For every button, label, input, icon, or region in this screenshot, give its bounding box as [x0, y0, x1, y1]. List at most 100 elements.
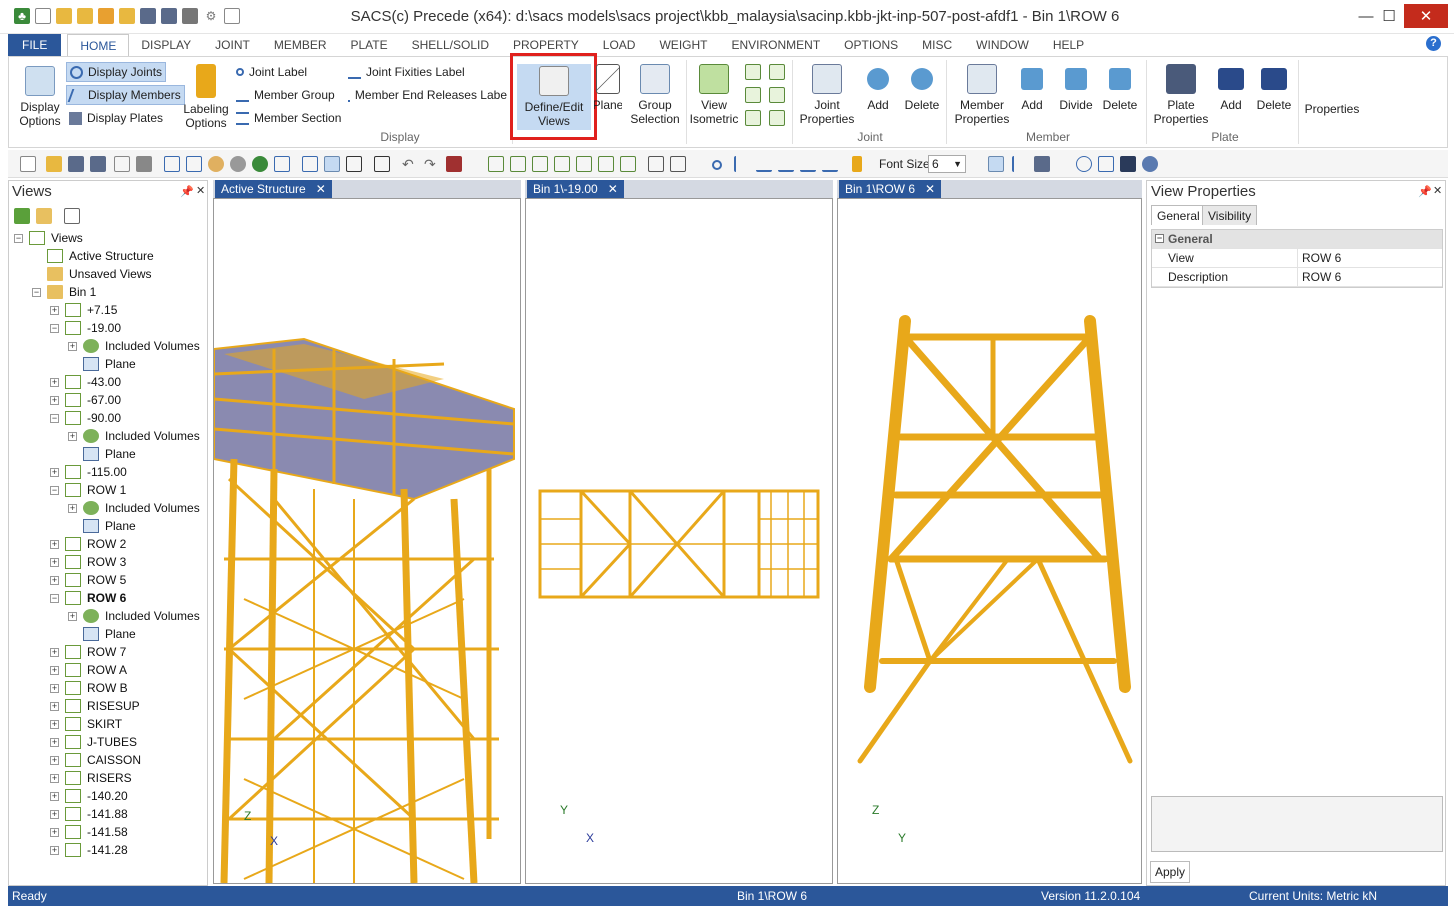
member-end-releases-label-button[interactable]: Member End Releases Labe [345, 85, 510, 105]
tree-item[interactable]: + ROW B [14, 679, 208, 697]
view-front-icon[interactable] [745, 64, 761, 80]
collapse-icon[interactable]: − [32, 287, 41, 297]
tree-item[interactable]: + ROW A [14, 661, 208, 679]
view-top-icon[interactable] [576, 156, 592, 172]
tree-item[interactable]: Plane [14, 625, 208, 643]
tab-shell-solid[interactable]: SHELL/SOLID [400, 34, 501, 56]
close-icon[interactable]: ✕ [316, 182, 326, 196]
expand-icon[interactable]: + [50, 719, 59, 729]
new-icon[interactable] [20, 156, 36, 172]
viewport-bin1-19[interactable]: Y X [525, 198, 833, 884]
close-icon[interactable]: ✕ [196, 184, 205, 197]
tree-item[interactable]: − Views [14, 229, 208, 247]
tab-general[interactable]: General [1151, 205, 1206, 225]
tree-item[interactable]: + Included Volumes [14, 607, 208, 625]
copy-view-icon[interactable] [64, 208, 80, 224]
tab-joint[interactable]: JOINT [203, 34, 262, 56]
save-icon[interactable] [140, 8, 156, 24]
tree-item[interactable]: + RISERS [14, 769, 208, 787]
add-folder-icon[interactable] [36, 208, 52, 224]
fit-icon[interactable] [274, 156, 290, 172]
pin-icon[interactable]: 📌 [180, 185, 194, 198]
tree-item[interactable]: + CAISSON [14, 751, 208, 769]
view-back-icon[interactable] [510, 156, 526, 172]
list-icon[interactable] [374, 156, 390, 172]
property-value[interactable]: ROW 6 [1298, 249, 1341, 267]
joint-add-button[interactable]: Add [862, 64, 894, 112]
tree-item[interactable]: Plane [14, 517, 208, 535]
tree-item[interactable]: + +7.15 [14, 301, 208, 319]
font-size-select[interactable]: 6 ▼ [928, 155, 966, 173]
view-isometric-button[interactable]: View Isometric [688, 64, 740, 126]
viewport-active-structure[interactable]: Z X [213, 198, 521, 884]
tab-file[interactable]: FILE [8, 34, 62, 56]
import-icon[interactable] [98, 8, 114, 24]
window-icon[interactable] [648, 156, 664, 172]
tree-item[interactable]: Plane [14, 445, 208, 463]
select-icon[interactable] [324, 156, 340, 172]
tree-item[interactable]: + J-TUBES [14, 733, 208, 751]
zoom-window-icon[interactable] [302, 156, 318, 172]
tree-item[interactable]: Active Structure [14, 247, 208, 265]
tab-help[interactable]: HELP [1041, 34, 1096, 56]
display-plates-button[interactable]: Display Plates [66, 108, 166, 128]
collapse-icon[interactable]: − [50, 593, 59, 603]
label-options-icon[interactable] [852, 156, 862, 172]
tree-item[interactable]: − ROW 1 [14, 481, 208, 499]
rotate-icon[interactable] [230, 156, 246, 172]
tree-item[interactable]: + SKIRT [14, 715, 208, 733]
doc-tab-bin1-19[interactable]: Bin 1\-19.00 ✕ [527, 180, 624, 198]
help-icon[interactable]: ? [1426, 36, 1441, 51]
expand-icon[interactable]: + [50, 665, 59, 675]
tree-item[interactable]: + -140.20 [14, 787, 208, 805]
crosshair-icon[interactable] [346, 156, 362, 172]
view-iso-icon[interactable] [620, 156, 636, 172]
tree-item[interactable]: + -141.88 [14, 805, 208, 823]
tree-item[interactable]: + ROW 3 [14, 553, 208, 571]
tile-icon[interactable] [670, 156, 686, 172]
globe-icon[interactable] [1142, 156, 1158, 172]
member-properties-button[interactable]: Member Properties [952, 64, 1012, 126]
pick-member-icon[interactable] [1098, 156, 1114, 172]
expand-icon[interactable]: + [50, 377, 59, 387]
view-right-icon[interactable] [769, 87, 785, 103]
view-top-icon[interactable] [745, 110, 761, 126]
tab-environment[interactable]: ENVIRONMENT [719, 34, 832, 56]
display-options-button[interactable]: Display Options [14, 66, 66, 128]
plate-properties-button[interactable]: Plate Properties [1152, 64, 1210, 126]
joint-fixities-label-button[interactable]: Joint Fixities Label [345, 62, 468, 82]
orbit-icon[interactable] [252, 156, 268, 172]
expand-icon[interactable]: + [50, 773, 59, 783]
tree-item[interactable]: + ROW 2 [14, 535, 208, 553]
joint-delete-button[interactable]: Delete [902, 64, 942, 112]
plane-button[interactable]: Plane [594, 64, 622, 112]
labeling-options-button[interactable]: Labeling Options [182, 64, 230, 130]
save-as-icon[interactable] [161, 8, 177, 24]
tree-item[interactable]: − ROW 6 [14, 589, 208, 607]
view-left-icon[interactable] [745, 87, 761, 103]
gear-icon[interactable]: ⚙ [203, 8, 219, 24]
open-folder-icon[interactable] [77, 8, 93, 24]
collapse-icon[interactable]: − [14, 233, 23, 243]
member-section-button[interactable]: Member Section [233, 108, 344, 128]
tree-item[interactable]: + Included Volumes [14, 427, 208, 445]
tree-item[interactable]: + RISESUP [14, 697, 208, 715]
member-divide-button[interactable]: Divide [1056, 64, 1096, 112]
tree-item[interactable]: + -141.58 [14, 823, 208, 841]
view-back-icon[interactable] [769, 64, 785, 80]
tab-home[interactable]: HOME [67, 34, 130, 56]
save-icon[interactable] [68, 156, 84, 172]
report-icon[interactable] [224, 8, 240, 24]
maximize-button[interactable]: ☐ [1369, 4, 1409, 28]
print-icon[interactable] [136, 156, 152, 172]
expand-icon[interactable]: + [50, 701, 59, 711]
recent-icon[interactable] [119, 8, 135, 24]
tree-item[interactable]: − -19.00 [14, 319, 208, 337]
expand-icon[interactable]: + [50, 395, 59, 405]
pin-icon[interactable]: 📌 [1418, 185, 1432, 198]
doc-tab-bin1-row6[interactable]: Bin 1\ROW 6 ✕ [839, 180, 942, 198]
show-plates-icon[interactable] [1034, 156, 1050, 172]
plate-delete-button[interactable]: Delete [1254, 64, 1294, 112]
display-joints-button[interactable]: Display Joints [66, 62, 167, 82]
tab-display[interactable]: DISPLAY [129, 34, 203, 56]
